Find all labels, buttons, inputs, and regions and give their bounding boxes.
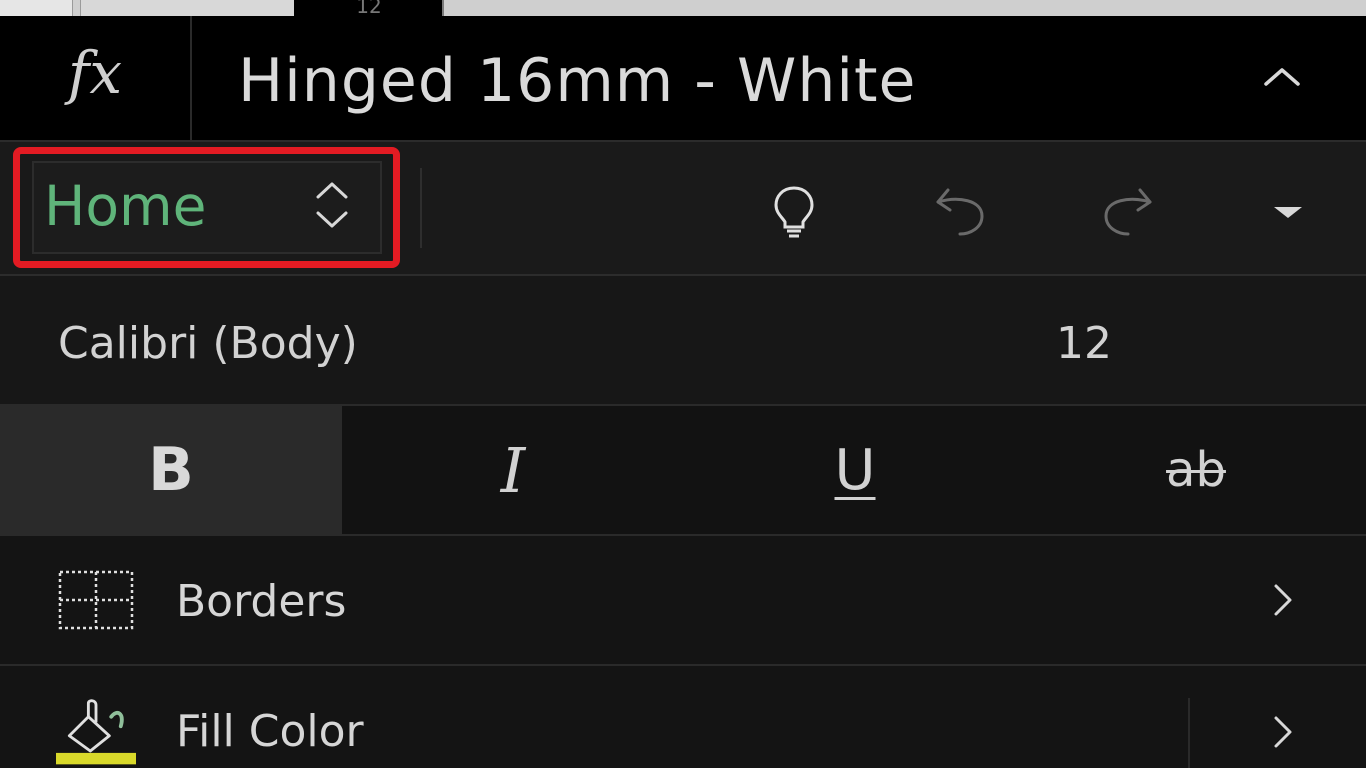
undo-icon[interactable] — [930, 182, 990, 242]
fill-color-label: Fill Color — [176, 706, 364, 757]
redo-icon[interactable] — [1098, 182, 1158, 242]
formula-value[interactable]: Hinged 16mm - White — [238, 46, 916, 116]
format-row: B I U ab — [0, 406, 1366, 536]
fill-color-row[interactable]: Fill Color — [0, 666, 1366, 768]
toolbar-divider — [420, 168, 422, 248]
chevron-right-icon — [1274, 584, 1292, 616]
top-strip-active-cell: 12 — [294, 0, 442, 16]
borders-label: Borders — [176, 576, 347, 627]
underline-button[interactable]: U — [684, 406, 1026, 534]
lightbulb-icon[interactable] — [764, 182, 824, 242]
strikethrough-button[interactable]: ab — [1026, 406, 1366, 534]
borders-row[interactable]: Borders — [0, 536, 1366, 666]
top-strip-cell — [0, 0, 73, 16]
font-size-selector[interactable]: 12 — [1056, 318, 1112, 369]
top-strip: 12 — [0, 0, 1366, 16]
chevron-right-icon[interactable] — [1268, 712, 1298, 752]
fill-color-divider — [1188, 698, 1190, 768]
italic-button[interactable]: I — [342, 406, 684, 534]
fx-icon[interactable]: fx — [0, 16, 192, 140]
tab-selector-label: Home — [44, 174, 207, 238]
font-name-selector[interactable]: Calibri (Body) — [58, 318, 358, 369]
top-strip-cell — [80, 0, 295, 16]
dropdown-triangle-icon[interactable] — [1258, 182, 1318, 242]
fill-color-icon — [56, 699, 136, 765]
borders-icon — [58, 570, 134, 630]
bold-button[interactable]: B — [0, 406, 342, 534]
top-strip-cell — [442, 0, 1366, 16]
font-row: Calibri (Body) 12 — [0, 276, 1366, 406]
formula-bar: fx Hinged 16mm - White — [0, 16, 1366, 142]
ribbon-toolbar: Home — [0, 142, 1366, 276]
up-down-chevron-icon[interactable] — [312, 179, 352, 231]
chevron-up-icon[interactable] — [1262, 62, 1302, 92]
